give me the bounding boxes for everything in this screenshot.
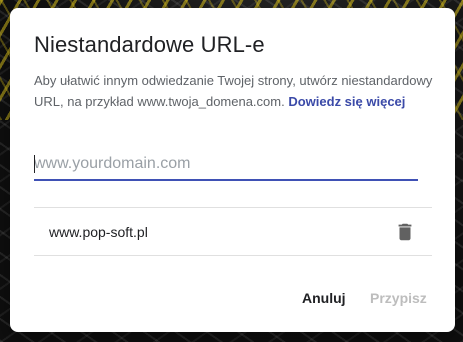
custom-urls-dialog: Niestandardowe URL-e Aby ułatwić innym o…: [10, 8, 455, 332]
trash-icon[interactable]: [394, 221, 416, 243]
assign-button[interactable]: Przypisz: [370, 290, 427, 306]
learn-more-link[interactable]: Dowiedz się więcej: [288, 94, 405, 109]
cancel-button[interactable]: Anuluj: [302, 290, 346, 306]
text-cursor: [34, 155, 35, 173]
url-list-item-text: www.pop-soft.pl: [49, 224, 148, 240]
url-input[interactable]: [34, 151, 418, 177]
url-list-item: www.pop-soft.pl: [34, 208, 432, 255]
list-bottom-divider: [34, 255, 432, 256]
url-input-field[interactable]: [34, 151, 418, 181]
dialog-title: Niestandardowe URL-e: [34, 32, 265, 57]
dialog-description: Aby ułatwić innym odwiedzanie Twojej str…: [34, 70, 434, 112]
